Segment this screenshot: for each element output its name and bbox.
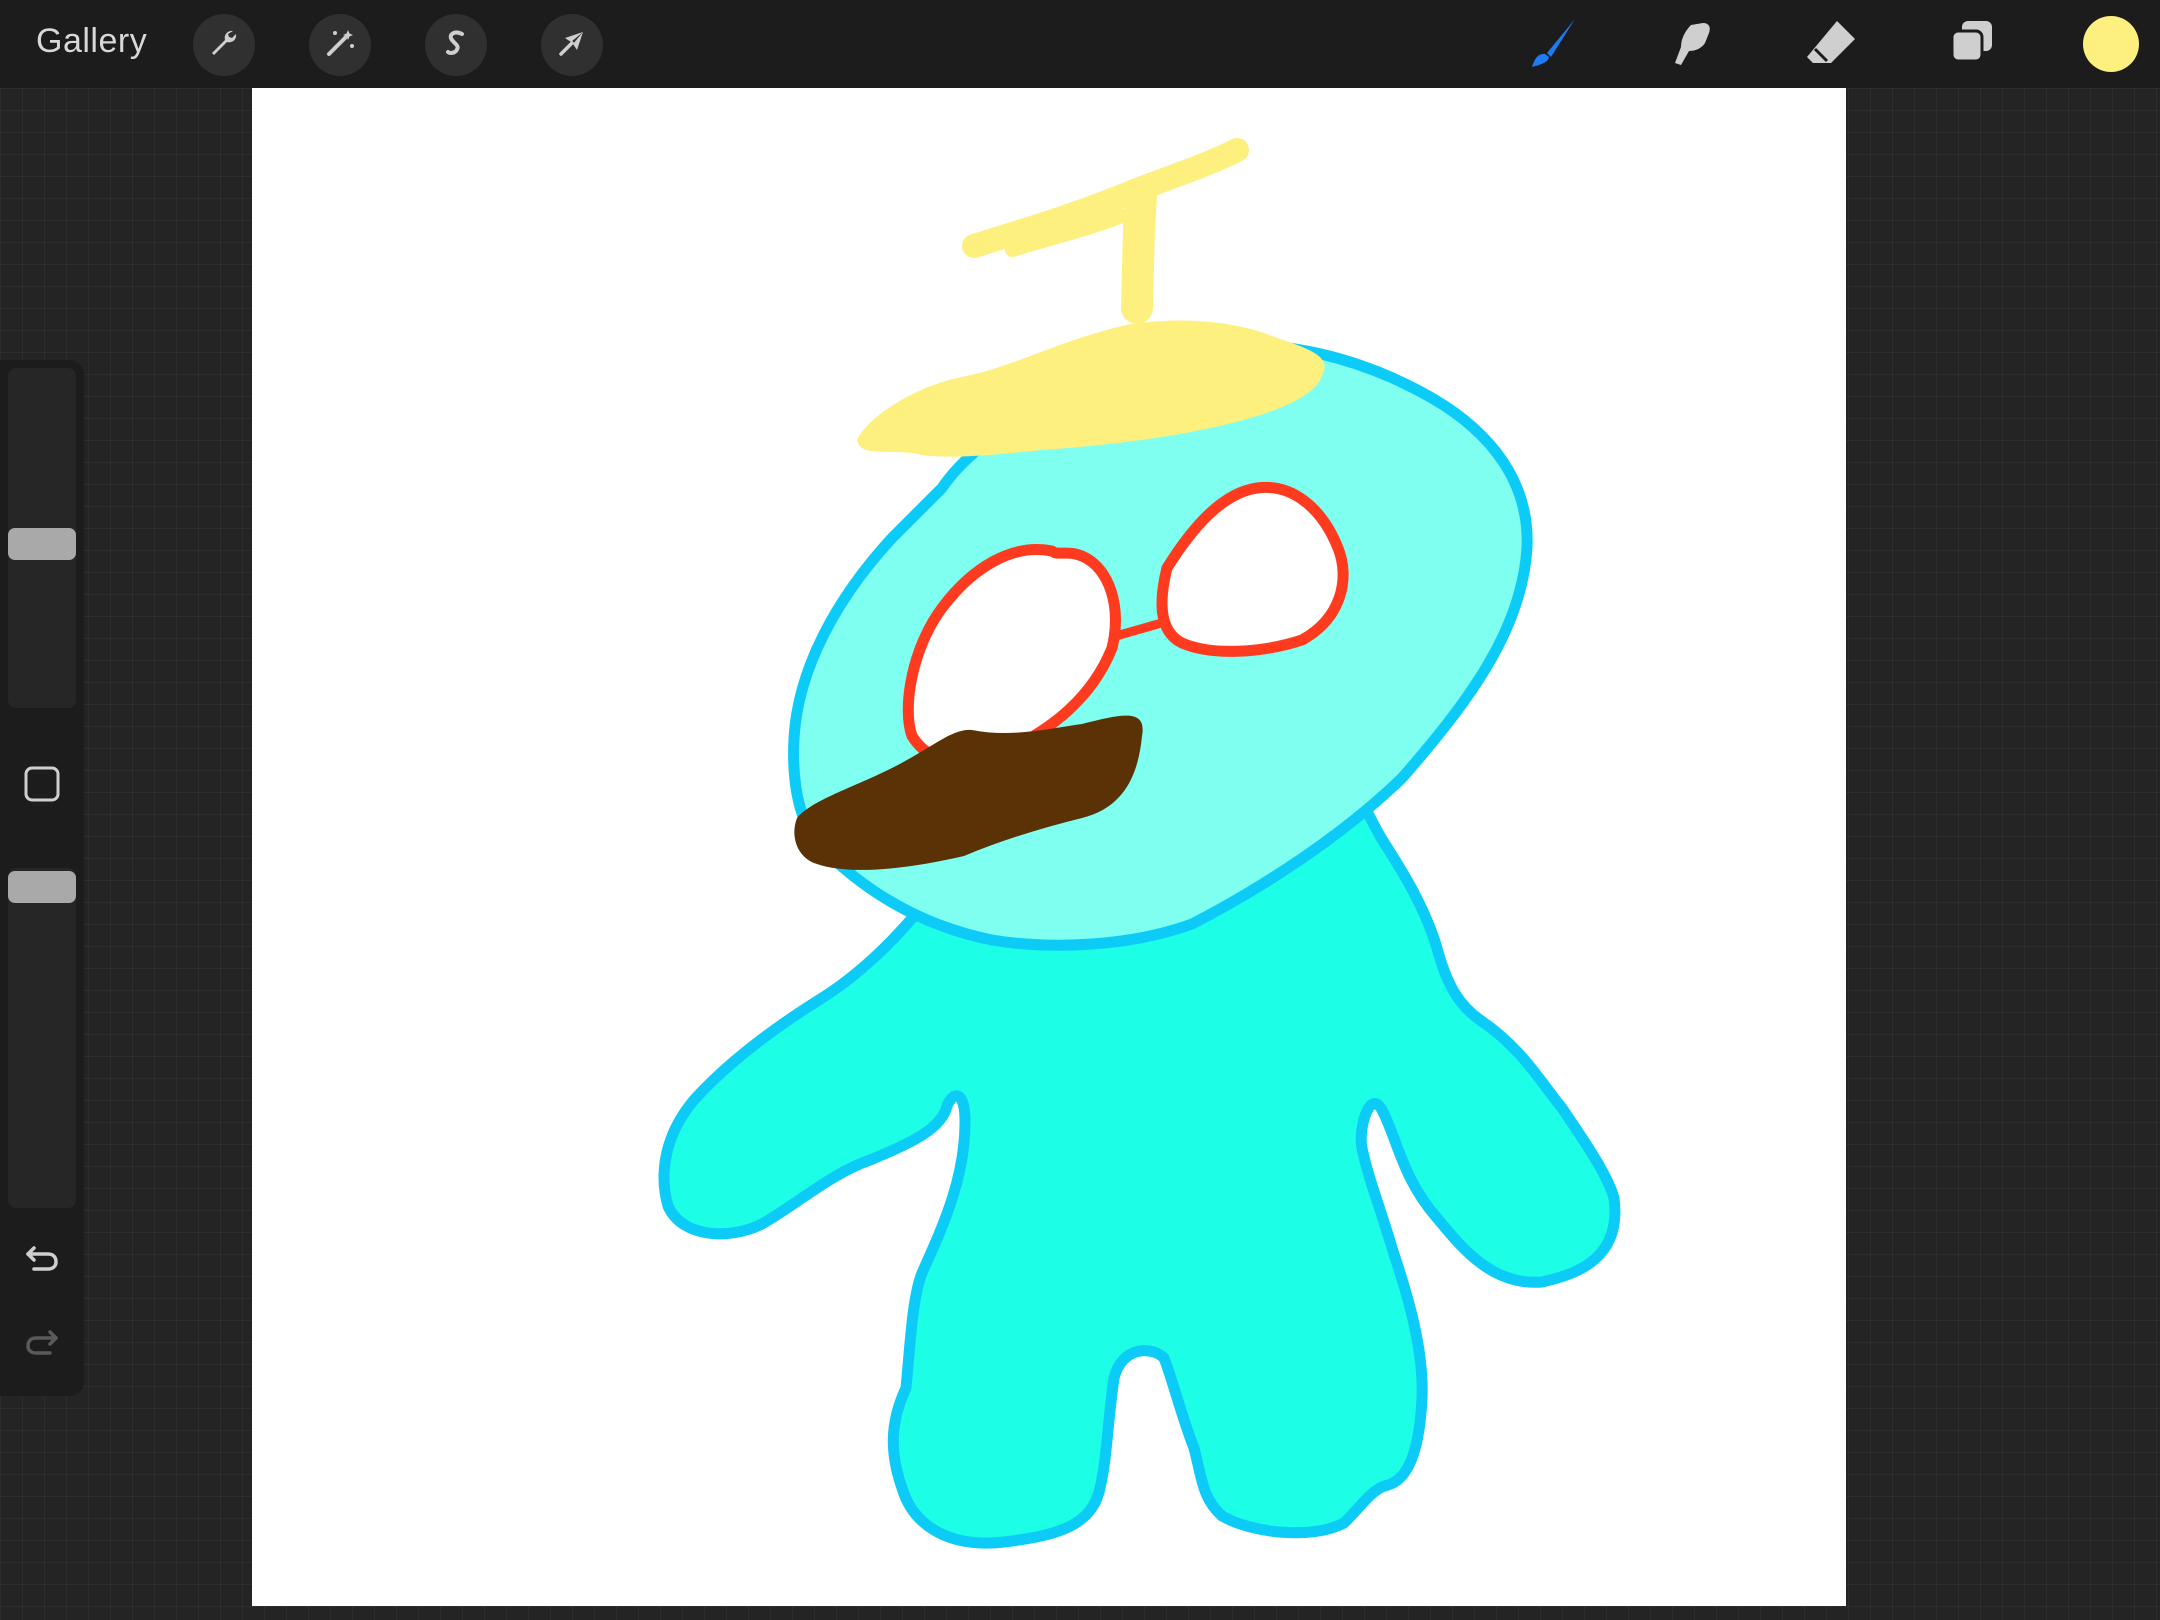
- undo-button[interactable]: [22, 1240, 62, 1280]
- actions-button[interactable]: [193, 14, 255, 76]
- selection-button[interactable]: [425, 14, 487, 76]
- drawing-canvas[interactable]: [252, 88, 1846, 1606]
- smudge-icon: [1661, 13, 1721, 78]
- color-swatch-button[interactable]: [2083, 16, 2139, 72]
- magic-wand-icon: [323, 26, 357, 65]
- erase-tool-button[interactable]: [1798, 12, 1864, 78]
- smudge-tool-button[interactable]: [1658, 12, 1724, 78]
- canvas-artwork: [658, 138, 1621, 1549]
- opacity-slider[interactable]: [8, 868, 76, 1208]
- paint-tool-button[interactable]: [1520, 12, 1586, 78]
- square-icon: [24, 766, 60, 807]
- gallery-button[interactable]: Gallery: [36, 22, 147, 61]
- brush-size-slider[interactable]: [8, 368, 76, 708]
- top-toolbar: Gallery: [0, 0, 2160, 88]
- propeller-stem: [1121, 180, 1157, 324]
- left-sidebar: [0, 360, 84, 1396]
- transform-button[interactable]: [541, 14, 603, 76]
- layers-icon: [1942, 13, 2002, 78]
- brush-size-handle[interactable]: [8, 528, 76, 560]
- selection-icon: [439, 26, 473, 65]
- modify-button[interactable]: [24, 766, 60, 807]
- adjustments-button[interactable]: [309, 14, 371, 76]
- layers-button[interactable]: [1939, 12, 2005, 78]
- brush-icon: [1523, 13, 1583, 78]
- opacity-handle[interactable]: [8, 871, 76, 903]
- propeller-blade: [962, 138, 1249, 258]
- transform-arrow-icon: [555, 26, 589, 65]
- wrench-icon: [207, 26, 241, 65]
- undo-icon: [22, 1238, 62, 1283]
- eraser-icon: [1801, 13, 1861, 78]
- redo-icon: [22, 1322, 62, 1367]
- redo-button[interactable]: [22, 1324, 62, 1364]
